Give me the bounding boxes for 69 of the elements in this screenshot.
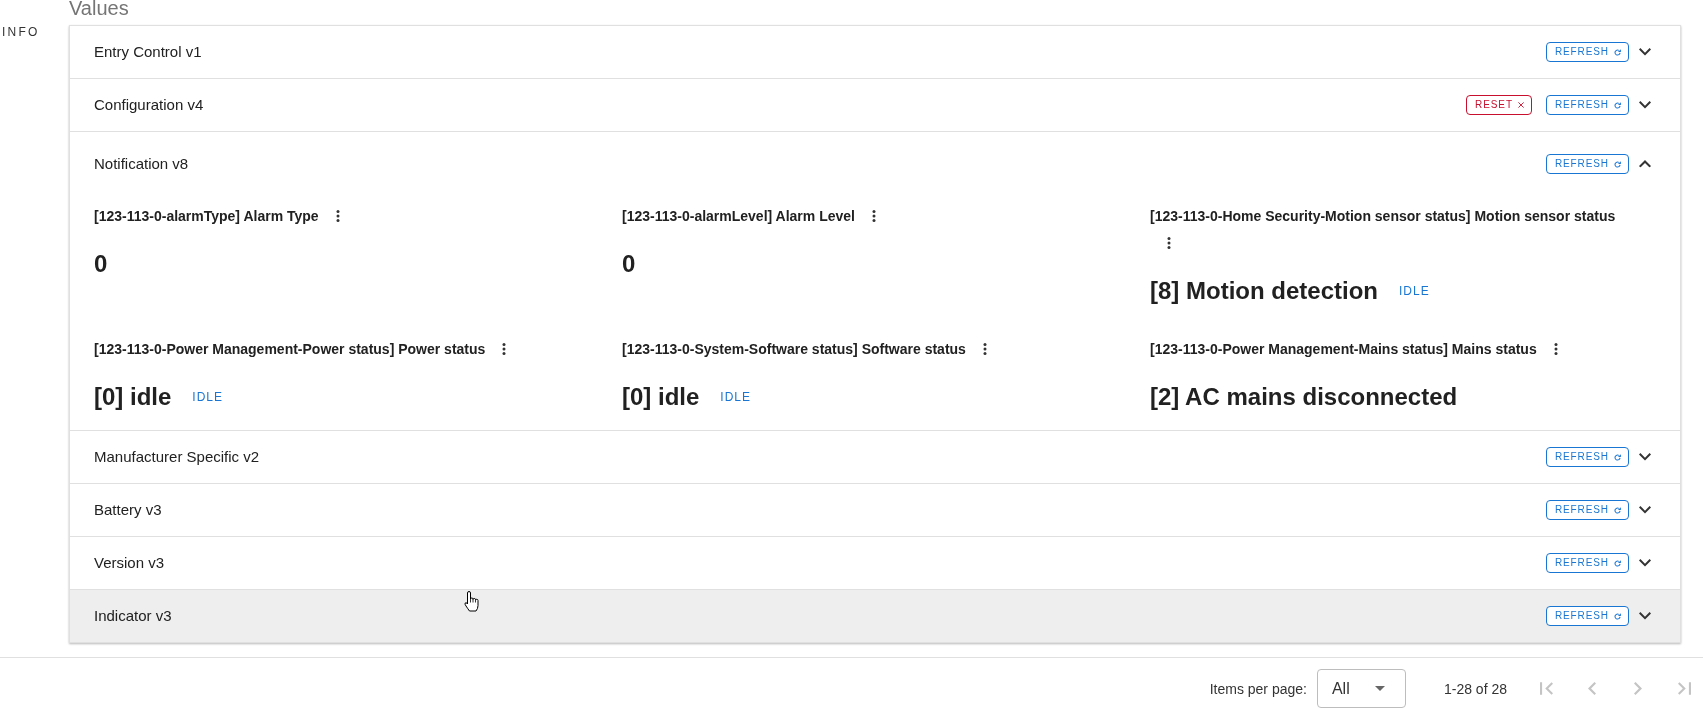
chevron-down-icon	[1639, 506, 1651, 514]
refresh-icon	[1614, 559, 1621, 567]
kebab-icon	[982, 343, 987, 355]
value-text: 0	[622, 249, 636, 279]
accordion-header[interactable]: Notification v8 REFRESH	[70, 132, 1680, 196]
refresh-button[interactable]: REFRESH	[1545, 154, 1629, 174]
idle-button[interactable]: IDLE	[1393, 282, 1436, 300]
section-title: Version v3	[94, 554, 165, 572]
accordion-header[interactable]: Version v3 REFRESH	[70, 537, 1680, 589]
idle-button[interactable]: IDLE	[186, 388, 230, 406]
accordion-header[interactable]: Configuration v4 RESET REFRESH	[70, 79, 1680, 131]
value-label: [123-113-0-Home Security-Motion sensor status] Motion sensor status	[1150, 207, 1616, 226]
value-label: [123-113-0-alarmLevel] Alarm Level	[622, 207, 855, 226]
chevron-down-icon	[1639, 453, 1651, 461]
chevron-left-icon	[1588, 682, 1596, 695]
value-text: [8] Motion detection	[1150, 276, 1378, 306]
reset-button[interactable]: RESET	[1466, 95, 1532, 115]
refresh-button[interactable]: REFRESH	[1545, 553, 1629, 573]
kebab-icon	[1553, 343, 1558, 355]
accordion-header[interactable]: Indicator v3 REFRESH	[70, 590, 1680, 642]
value-label: [123-113-0-Power Management-Power status] Power status	[94, 340, 486, 359]
chevron-down-icon	[1639, 101, 1651, 109]
accordion-header[interactable]: Manufacturer Specific v2 REFRESH	[70, 431, 1680, 483]
value-label: [123-113-0-alarmType] Alarm Type	[94, 207, 319, 226]
chevron-up-icon	[1639, 160, 1651, 168]
hand-cursor-icon	[464, 591, 479, 612]
section-title: Manufacturer Specific v2	[94, 448, 260, 466]
value-text: [0] idle	[622, 382, 700, 412]
section-title: Notification v8	[94, 155, 189, 173]
chevron-down-icon	[1639, 48, 1651, 56]
refresh-button[interactable]: REFRESH	[1545, 606, 1629, 626]
sidebar-label: INFO	[2, 25, 40, 39]
refresh-button[interactable]: REFRESH	[1545, 447, 1629, 467]
value-label: [123-113-0-System-Software status] Software status	[622, 340, 966, 359]
value-text: 0	[94, 249, 108, 279]
refresh-icon	[1614, 612, 1621, 620]
chevron-down-icon	[1639, 559, 1651, 567]
accordion-header[interactable]: Entry Control v1 REFRESH	[70, 26, 1680, 78]
refresh-icon	[1614, 101, 1621, 109]
section-title: Battery v3	[94, 501, 162, 519]
section-title: Indicator v3	[94, 607, 172, 625]
accordion-header[interactable]: Battery v3 REFRESH	[70, 484, 1680, 536]
value-label: [123-113-0-Power Management-Mains status] Mains status	[1150, 340, 1537, 359]
close-icon	[1517, 102, 1524, 108]
idle-button[interactable]: IDLE	[714, 388, 758, 406]
refresh-icon	[1614, 48, 1621, 56]
page-range: 1-28 of 28	[1443, 680, 1507, 697]
refresh-button[interactable]: REFRESH	[1545, 500, 1629, 520]
items-per-page-select[interactable]: All	[1316, 669, 1406, 708]
refresh-icon	[1614, 160, 1621, 168]
first-page-icon	[1539, 682, 1553, 695]
section-title: Configuration v4	[94, 96, 204, 114]
section-heading: Values	[69, 0, 129, 16]
kebab-icon	[502, 343, 507, 355]
kebab-icon	[1167, 237, 1171, 249]
items-per-page-label: Items per page:	[1209, 680, 1307, 697]
chevron-right-icon	[1634, 682, 1642, 695]
section-title: Entry Control v1	[94, 43, 202, 61]
last-page-icon	[1677, 682, 1691, 695]
kebab-icon	[335, 210, 340, 222]
chevron-down-icon	[1639, 612, 1651, 620]
refresh-button[interactable]: REFRESH	[1545, 95, 1629, 115]
refresh-icon	[1614, 453, 1621, 461]
kebab-icon	[871, 210, 876, 222]
dropdown-caret-icon	[1374, 686, 1385, 691]
value-text: [2] AC mains disconnected	[1150, 382, 1458, 412]
refresh-icon	[1614, 506, 1621, 514]
refresh-button[interactable]: REFRESH	[1545, 42, 1629, 62]
value-text: [0] idle	[94, 382, 172, 412]
